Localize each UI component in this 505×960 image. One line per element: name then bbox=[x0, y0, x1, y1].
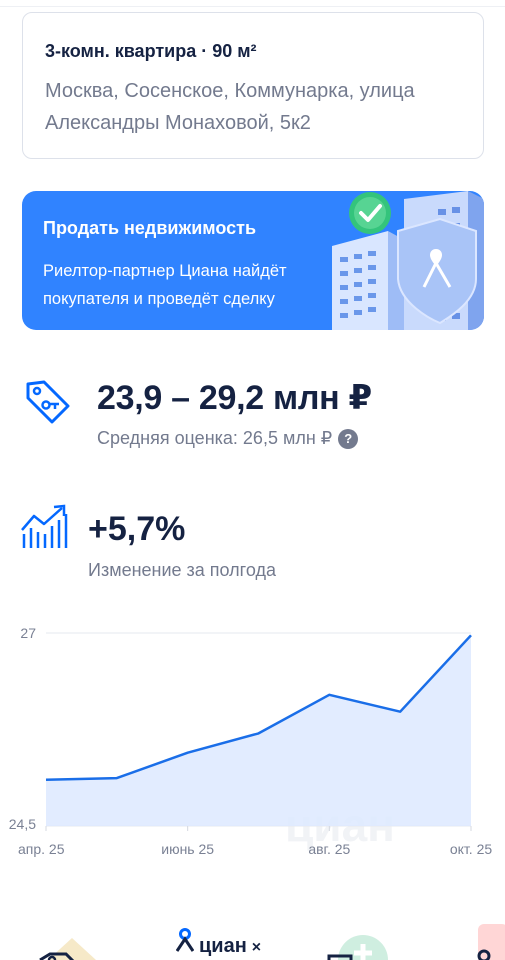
chart-area bbox=[46, 635, 471, 826]
profile-tile-icon[interactable] bbox=[470, 920, 505, 960]
price-tag-icon bbox=[26, 380, 70, 424]
average-estimate-label: Средняя оценка: 26,5 млн ₽ bbox=[97, 428, 333, 448]
chart-x-tick-label: апр. 25 bbox=[18, 841, 65, 857]
cian-logo[interactable]: циан × bbox=[176, 928, 261, 958]
price-history-chart: циан2724,5апр. 25июнь 25авг. 25окт. 25 bbox=[9, 625, 493, 857]
top-divider bbox=[0, 6, 505, 7]
price-change-value: +5,7% bbox=[88, 510, 186, 548]
property-title: 3-комн. квартира · 90 м² bbox=[45, 41, 257, 61]
address-card[interactable]: 3-комн. квартира · 90 м² Москва, Сосенск… bbox=[22, 12, 484, 159]
cian-logo-icon bbox=[176, 928, 194, 952]
chart-x-tick-label: окт. 25 bbox=[450, 841, 492, 857]
chart-x-tick-label: июнь 25 bbox=[161, 841, 214, 857]
price-tag-tile-icon[interactable] bbox=[30, 924, 100, 960]
logo-close-icon[interactable]: × bbox=[252, 939, 261, 957]
chart-x-tick-label: авг. 25 bbox=[308, 841, 350, 857]
shield-check-building-illustration bbox=[332, 191, 484, 330]
chart-growth-icon bbox=[21, 504, 68, 548]
bottom-recommendations-strip: циан × bbox=[0, 910, 505, 960]
add-listing-tile-icon[interactable] bbox=[325, 922, 395, 960]
banner-title: Продать недвижимость bbox=[43, 218, 257, 238]
property-address: Москва, Сосенское, Коммунарка, улица Але… bbox=[45, 80, 415, 134]
help-icon[interactable]: ? bbox=[338, 428, 359, 449]
banner-text: Риелтор-партнер Циана найдёт покупателя … bbox=[43, 262, 287, 308]
chart-y-tick-label: 27 bbox=[20, 625, 36, 641]
sell-property-banner[interactable]: Продать недвижимость Риелтор-партнер Циа… bbox=[22, 191, 484, 330]
cian-logo-text: циан bbox=[199, 935, 247, 957]
price-range: 23,9 – 29,2 млн ₽ bbox=[97, 379, 372, 417]
chart-y-tick-label: 24,5 bbox=[9, 816, 36, 832]
price-change-caption: Изменение за полгода bbox=[88, 560, 276, 580]
average-estimate: Средняя оценка: 26,5 млн ₽ ? bbox=[97, 428, 359, 449]
